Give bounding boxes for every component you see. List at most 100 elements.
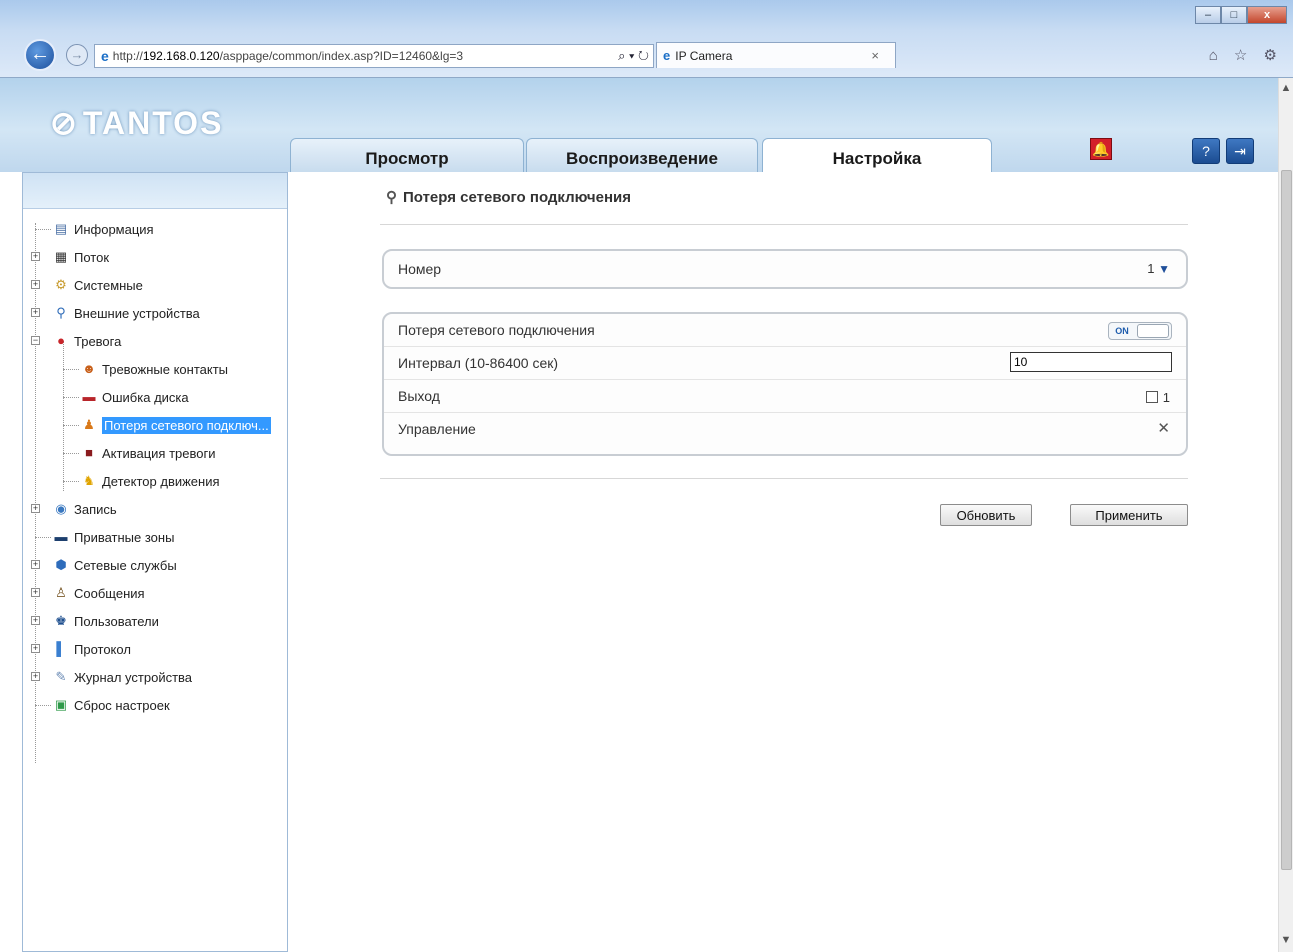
- alarm-input-icon: ☻: [82, 361, 96, 376]
- output-row: Выход 1: [384, 380, 1186, 413]
- sidebar-item-label: Приватные зоны: [74, 529, 175, 545]
- tools-icon[interactable]: ✕: [1157, 413, 1170, 445]
- toggle-knob: [1137, 324, 1169, 338]
- output-label: Выход: [398, 388, 440, 404]
- sidebar-item-motion-detector[interactable]: ♞ Детектор движения: [23, 467, 287, 495]
- usb-icon: ⚲: [56, 305, 66, 320]
- collapse-icon[interactable]: −: [31, 336, 40, 345]
- toggle-on-label: ON: [1115, 326, 1129, 336]
- sidebar-header: [23, 173, 287, 209]
- sidebar-item-label: Сетевые службы: [74, 557, 177, 573]
- expand-icon[interactable]: +: [31, 504, 40, 513]
- search-refresh-icon[interactable]: ⌕ ▾ ↻: [618, 48, 649, 64]
- browser-chrome: – □ x ← → e http://192.168.0.120/asppage…: [0, 0, 1293, 78]
- help-icon[interactable]: ?: [1192, 138, 1220, 164]
- browser-tab[interactable]: e IP Camera ×: [656, 42, 896, 68]
- alarm-bell-icon[interactable]: 🔔: [1090, 138, 1112, 160]
- sidebar-item-external-devices[interactable]: + ⚲ Внешние устройства: [23, 299, 287, 327]
- interval-label: Интервал (10-86400 сек): [398, 355, 559, 371]
- expand-icon[interactable]: +: [31, 252, 40, 261]
- sidebar-item-stream[interactable]: + ▦ Поток: [23, 243, 287, 271]
- scroll-up-icon[interactable]: ▲: [1279, 82, 1293, 94]
- sidebar-item-system[interactable]: + ⚙ Системные: [23, 271, 287, 299]
- sidebar-item-label: Системные: [74, 277, 143, 293]
- motion-icon: ♞: [83, 473, 95, 488]
- sidebar-item-alarm-inputs[interactable]: ☻ Тревожные контакты: [23, 355, 287, 383]
- tab-view[interactable]: Просмотр: [290, 138, 524, 172]
- ie-icon: e: [101, 48, 109, 64]
- expand-icon[interactable]: +: [31, 588, 40, 597]
- minimize-button[interactable]: –: [1195, 6, 1221, 24]
- tree-line: [63, 425, 79, 426]
- sidebar-item-information[interactable]: ▤ Информация: [23, 215, 287, 243]
- forward-button[interactable]: →: [66, 44, 88, 66]
- expand-icon[interactable]: +: [31, 644, 40, 653]
- sidebar-item-label: Сброс настроек: [74, 697, 170, 713]
- expand-icon[interactable]: +: [31, 308, 40, 317]
- home-favorites-settings-icon[interactable]: ⌂ ☆ ⚙: [1209, 46, 1283, 64]
- ie-icon: e: [663, 48, 671, 63]
- close-button[interactable]: x: [1247, 6, 1287, 24]
- sidebar-item-label: Протокол: [74, 641, 131, 657]
- output-channel-label: 1: [1162, 390, 1170, 405]
- refresh-button[interactable]: Обновить: [940, 504, 1032, 526]
- control-label: Управление: [398, 421, 476, 437]
- system-icon: ⚙: [55, 277, 67, 292]
- privacy-icon: ▬: [54, 529, 68, 544]
- sidebar-item-messages[interactable]: + ♙ Сообщения: [23, 579, 287, 607]
- back-button[interactable]: ←: [24, 39, 56, 71]
- sidebar-item-label: Запись: [74, 501, 117, 517]
- address-bar[interactable]: e http://192.168.0.120/asppage/common/in…: [94, 44, 654, 68]
- settings-content: ⚲ Потеря сетевого подключения Номер 1 ▼ П…: [290, 172, 1278, 952]
- reset-icon: ▣: [54, 697, 68, 712]
- sidebar-item-privacy-zones[interactable]: ▬ Приватные зоны: [23, 523, 287, 551]
- url-path: /asppage/common/index.asp?ID=12460&lg=3: [219, 49, 464, 63]
- expand-icon[interactable]: +: [31, 560, 40, 569]
- network-loss-toggle[interactable]: ON: [1108, 322, 1172, 340]
- maximize-button[interactable]: □: [1221, 6, 1247, 24]
- divider: [380, 224, 1188, 225]
- divider: [380, 478, 1188, 479]
- scroll-down-icon[interactable]: ▼: [1279, 934, 1293, 946]
- tab-settings[interactable]: Настройка: [762, 138, 992, 173]
- sidebar-item-alarm-activation[interactable]: ■ Активация тревоги: [23, 439, 287, 467]
- output-checkbox[interactable]: [1146, 391, 1158, 403]
- tree-line: [35, 229, 51, 230]
- apply-button[interactable]: Применить: [1070, 504, 1188, 526]
- tree-line: [35, 537, 51, 538]
- url-text[interactable]: http://192.168.0.120/asppage/common/inde…: [113, 49, 463, 63]
- sidebar-item-users[interactable]: + ♚ Пользователи: [23, 607, 287, 635]
- sidebar-item-label: Активация тревоги: [102, 445, 216, 461]
- number-select-value: 1: [1147, 261, 1155, 276]
- tab-close-icon[interactable]: ×: [871, 48, 879, 63]
- sidebar-item-label: Пользователи: [74, 613, 159, 629]
- sidebar-item-device-log[interactable]: + ✎ Журнал устройства: [23, 663, 287, 691]
- tree-line: [63, 481, 79, 482]
- sidebar-item-network-loss[interactable]: ♟ Потеря сетевого подключ...: [23, 411, 287, 439]
- record-icon: ◉: [55, 501, 67, 516]
- sidebar-item-reset[interactable]: ▣ Сброс настроек: [23, 691, 287, 719]
- page-title-text: Потеря сетевого подключения: [403, 189, 631, 206]
- tab-playback[interactable]: Воспроизведение: [526, 138, 758, 172]
- logout-icon[interactable]: ⇥: [1226, 138, 1254, 164]
- number-select[interactable]: 1 ▼: [1147, 251, 1170, 287]
- scrollbar[interactable]: ▲ ▼: [1278, 78, 1293, 952]
- sidebar-item-disk-error[interactable]: ▬ Ошибка диска: [23, 383, 287, 411]
- scroll-thumb[interactable]: [1281, 170, 1292, 870]
- stream-icon: ▦: [54, 249, 68, 264]
- sidebar-item-protocol[interactable]: + ▌ Протокол: [23, 635, 287, 663]
- sidebar-item-network-services[interactable]: + ⬢ Сетевые службы: [23, 551, 287, 579]
- expand-icon[interactable]: +: [31, 616, 40, 625]
- sidebar-item-alarm[interactable]: − ● Тревога: [23, 327, 287, 355]
- interval-input[interactable]: [1010, 352, 1172, 372]
- dropdown-arrow-icon: ▼: [1158, 262, 1170, 276]
- alarm-icon: ●: [57, 333, 65, 348]
- expand-icon[interactable]: +: [31, 672, 40, 681]
- tree-line: [35, 705, 51, 706]
- sidebar-item-label: Тревожные контакты: [102, 361, 228, 377]
- expand-icon[interactable]: +: [31, 280, 40, 289]
- network-loss-panel: Потеря сетевого подключения ON Интервал …: [382, 312, 1188, 456]
- info-icon: ▤: [54, 221, 68, 236]
- sidebar-item-record[interactable]: + ◉ Запись: [23, 495, 287, 523]
- number-panel: Номер 1 ▼: [382, 249, 1188, 289]
